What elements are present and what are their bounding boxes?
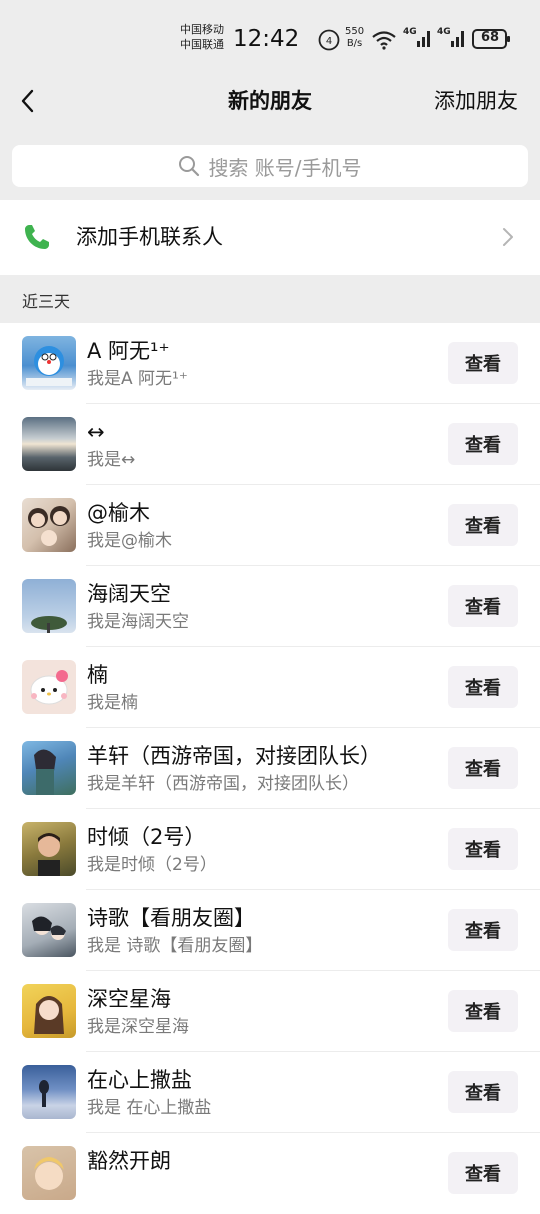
view-button[interactable]: 查看 xyxy=(448,504,518,546)
friend-message: 我是深空星海 xyxy=(87,1017,189,1037)
friend-message: 我是 在心上撒盐 xyxy=(87,1098,212,1118)
anime-avatar xyxy=(22,741,76,795)
phone-icon xyxy=(22,222,52,256)
list-item[interactable]: 羊轩（西游帝国，对接团队长） 我是羊轩（西游帝国，对接团队长） 查看 xyxy=(0,728,540,809)
add-phone-contacts-row[interactable]: 添加手机联系人 xyxy=(0,200,540,275)
list-item[interactable]: 诗歌【看朋友圈】 我是 诗歌【看朋友圈】 查看 xyxy=(0,890,540,971)
beach-avatar xyxy=(22,1065,76,1119)
friend-name: @榆木 xyxy=(87,501,150,525)
clock: 12:42 xyxy=(233,26,300,52)
hd-icon: 4 xyxy=(318,29,340,55)
friend-name: 羊轩（西游帝国，对接团队长） xyxy=(87,744,381,768)
signal-icon-2: 4G xyxy=(437,27,467,53)
doraemon-avatar xyxy=(22,336,76,390)
net-speed: 550 B/s xyxy=(345,26,365,49)
carrier-2: 中国联通 xyxy=(180,38,224,51)
friend-name: 豁然开朗 xyxy=(87,1149,171,1173)
anime-couple-avatar xyxy=(22,903,76,957)
friend-message: 我是楠 xyxy=(87,693,138,713)
chevron-right-icon xyxy=(502,227,514,251)
svg-text:4: 4 xyxy=(326,36,332,47)
sky-avatar xyxy=(22,417,76,471)
friend-message: 我是A 阿无¹⁺ xyxy=(87,369,188,389)
view-button[interactable]: 查看 xyxy=(448,666,518,708)
list-item[interactable]: 楠 我是楠 查看 xyxy=(0,647,540,728)
search-icon xyxy=(179,156,200,177)
list-item[interactable]: A 阿无¹⁺ 我是A 阿无¹⁺ 查看 xyxy=(0,323,540,404)
friend-message: 我是海阔天空 xyxy=(87,612,189,632)
friend-request-list: A 阿无¹⁺ 我是A 阿无¹⁺ 查看 ↔ 我是↔ 查看 @榆木 我是@榆木 查看… xyxy=(0,323,540,1214)
carrier-1: 中国移动 xyxy=(180,23,224,36)
man-avatar xyxy=(22,822,76,876)
add-phone-contacts-label: 添加手机联系人 xyxy=(76,225,223,249)
family-avatar xyxy=(22,498,76,552)
view-button[interactable]: 查看 xyxy=(448,828,518,870)
friend-name: ↔ xyxy=(87,420,105,444)
friend-message: 我是@榆木 xyxy=(87,531,172,551)
view-button[interactable]: 查看 xyxy=(448,909,518,951)
friend-message: 我是↔ xyxy=(87,450,136,470)
view-button[interactable]: 查看 xyxy=(448,1152,518,1194)
friend-name: 楠 xyxy=(87,663,108,687)
signal-icon-1: 4G xyxy=(403,27,433,53)
list-item[interactable]: 豁然开朗 查看 xyxy=(0,1133,540,1214)
list-item[interactable]: @榆木 我是@榆木 查看 xyxy=(0,485,540,566)
search-bar: 搜索 账号/手机号 xyxy=(0,132,540,200)
friend-name: A 阿无¹⁺ xyxy=(87,339,170,363)
friend-name: 时倾（2号） xyxy=(87,825,206,849)
friend-message: 我是时倾（2号） xyxy=(87,855,217,875)
view-button[interactable]: 查看 xyxy=(448,1071,518,1113)
friend-name: 诗歌【看朋友圈】 xyxy=(87,906,255,930)
tree-avatar xyxy=(22,579,76,633)
list-item[interactable]: ↔ 我是↔ 查看 xyxy=(0,404,540,485)
friend-name: 海阔天空 xyxy=(87,582,171,606)
view-button[interactable]: 查看 xyxy=(448,342,518,384)
girl-avatar xyxy=(22,984,76,1038)
list-item[interactable]: 海阔天空 我是海阔天空 查看 xyxy=(0,566,540,647)
search-placeholder: 搜索 账号/手机号 xyxy=(208,155,362,180)
friend-name: 在心上撒盐 xyxy=(87,1068,192,1092)
view-button[interactable]: 查看 xyxy=(448,585,518,627)
section-title: 近三天 xyxy=(22,292,71,311)
friend-message: 我是 诗歌【看朋友圈】 xyxy=(87,936,263,956)
friend-name: 深空星海 xyxy=(87,987,171,1011)
friend-message: 我是羊轩（西游帝国，对接团队长） xyxy=(87,774,359,794)
wifi-icon xyxy=(371,30,397,54)
status-bar: 中国移动 中国联通 12:42 4 550 B/s 4G 4G 68 xyxy=(0,0,540,72)
search-input[interactable]: 搜索 账号/手机号 xyxy=(12,145,528,187)
carrier-info: 中国移动 中国联通 xyxy=(180,22,224,52)
list-item[interactable]: 深空星海 我是深空星海 查看 xyxy=(0,971,540,1052)
hello-kitty-avatar xyxy=(22,660,76,714)
list-item[interactable]: 时倾（2号） 我是时倾（2号） 查看 xyxy=(0,809,540,890)
cartoon-avatar xyxy=(22,1146,76,1200)
view-button[interactable]: 查看 xyxy=(448,990,518,1032)
list-item[interactable]: 在心上撒盐 我是 在心上撒盐 查看 xyxy=(0,1052,540,1133)
section-header: 近三天 xyxy=(0,275,540,323)
view-button[interactable]: 查看 xyxy=(448,747,518,789)
view-button[interactable]: 查看 xyxy=(448,423,518,465)
battery-icon: 68 xyxy=(472,28,512,54)
nav-bar: 新的朋友 添加朋友 xyxy=(0,72,540,132)
add-friend-button[interactable]: 添加朋友 xyxy=(434,86,518,116)
